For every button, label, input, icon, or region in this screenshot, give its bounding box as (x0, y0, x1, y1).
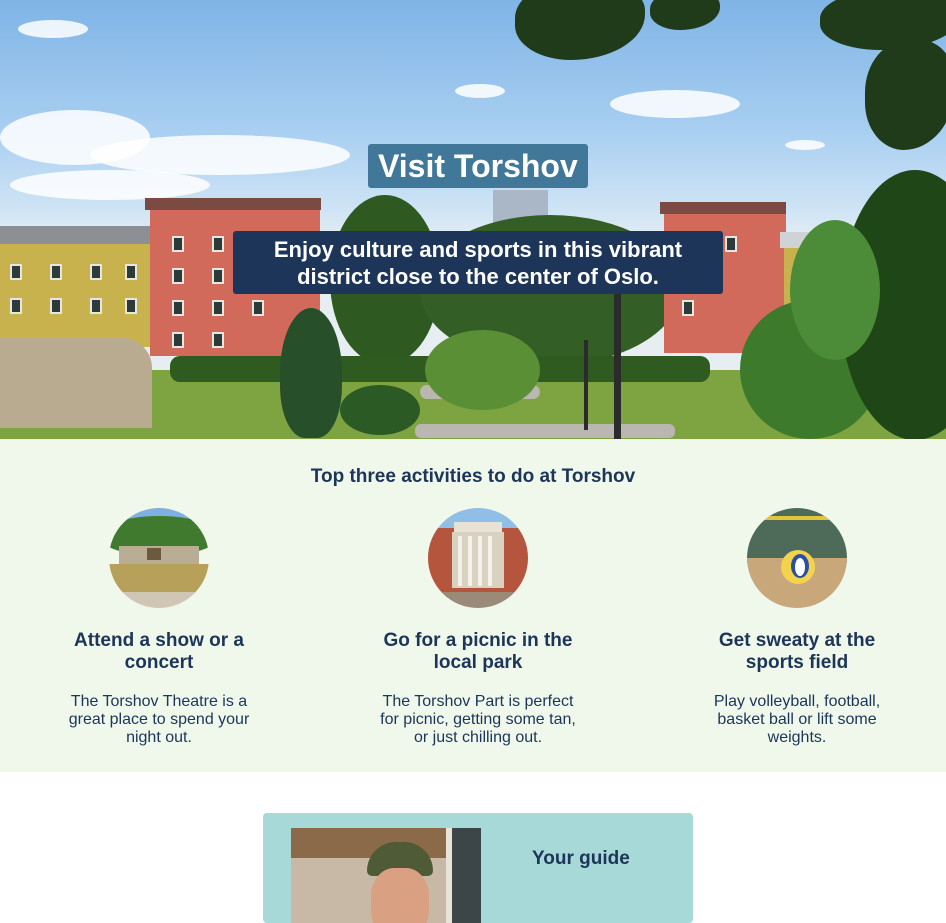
activity-description-line: Play volleyball, football, (713, 693, 881, 710)
window (682, 300, 694, 316)
window (212, 332, 224, 348)
activity-description: The Torshov Part is perfect for picnic, … (363, 693, 593, 747)
cloud (18, 20, 88, 38)
volleyball-photo (747, 508, 847, 608)
cloud (10, 170, 210, 200)
roof (0, 226, 152, 244)
window (172, 268, 184, 284)
hero-banner: Visit Torshov Enjoy culture and sports i… (0, 0, 946, 439)
activities-section: Top three activities to do at Torshov At… (0, 439, 946, 772)
activity-description-line: night out. (126, 729, 192, 746)
activity-description-line: The Torshov Theatre is a (70, 693, 248, 710)
window (252, 300, 264, 316)
guide-title: Your guide (532, 848, 630, 869)
window (10, 298, 22, 314)
activity-description-line: The Torshov Part is perfect (382, 693, 574, 710)
window (90, 264, 102, 280)
window (172, 332, 184, 348)
hero-subtitle-line: district close to the center of Oslo. (297, 264, 659, 289)
cloud (455, 84, 505, 98)
shrub (340, 385, 420, 435)
activity-title-line: Get sweaty at the (718, 630, 876, 651)
activity-title: Get sweaty at the sports field (682, 630, 912, 674)
cloud (785, 140, 825, 150)
activity-description-line: or just chilling out. (413, 729, 543, 746)
park-pond-photo (109, 508, 209, 608)
foreground-leaves (515, 0, 645, 60)
roof (145, 198, 321, 210)
window (212, 268, 224, 284)
activity-description-line: weights. (767, 729, 827, 746)
activity-title-line: Go for a picnic in the (383, 630, 573, 651)
foreground-leaves (650, 0, 720, 30)
activity-title: Attend a show or a concert (44, 630, 274, 674)
hero-subtitle: Enjoy culture and sports in this vibrant… (233, 231, 723, 294)
stone-wall (0, 338, 152, 428)
window (125, 298, 137, 314)
window (212, 236, 224, 252)
window (212, 300, 224, 316)
window (172, 300, 184, 316)
lamp-post (584, 340, 588, 430)
tree-right-light (790, 220, 880, 360)
window (725, 236, 737, 252)
activity-card: Get sweaty at the sports field Play voll… (682, 508, 912, 747)
activity-title-line: sports field (745, 652, 849, 673)
activity-title-line: concert (124, 652, 194, 673)
foreground-leaves (865, 40, 946, 150)
lamp-post (614, 290, 621, 439)
activity-description: Play volleyball, football, basket ball o… (682, 693, 912, 747)
window (50, 264, 62, 280)
hero-subtitle-line: Enjoy culture and sports in this vibrant (273, 237, 683, 262)
cloud (610, 90, 740, 118)
activity-description-line: great place to spend your (68, 711, 250, 728)
activity-card: Go for a picnic in the local park The To… (363, 508, 593, 747)
window (10, 264, 22, 280)
activity-title: Go for a picnic in the local park (363, 630, 593, 674)
conifer-tree (280, 308, 342, 438)
window (172, 236, 184, 252)
window (90, 298, 102, 314)
activity-description: The Torshov Theatre is a great place to … (44, 693, 274, 747)
activity-card: Attend a show or a concert The Torshov T… (44, 508, 274, 747)
cloud (90, 135, 350, 175)
activity-description-line: basket ball or lift some (717, 711, 877, 728)
page-title: Visit Torshov (368, 144, 588, 188)
activity-description-line: for picnic, getting some tan, (380, 711, 576, 728)
activities-heading: Top three activities to do at Torshov (310, 466, 636, 487)
activity-title-line: Attend a show or a (74, 630, 244, 651)
window (125, 264, 137, 280)
roof (660, 202, 786, 214)
guide-portrait-photo (291, 828, 481, 923)
window (50, 298, 62, 314)
activity-title-line: local park (433, 652, 523, 673)
park-path (415, 424, 675, 438)
small-tree (425, 330, 540, 410)
yellow-building-left (0, 242, 152, 347)
theatre-building-photo (428, 508, 528, 608)
